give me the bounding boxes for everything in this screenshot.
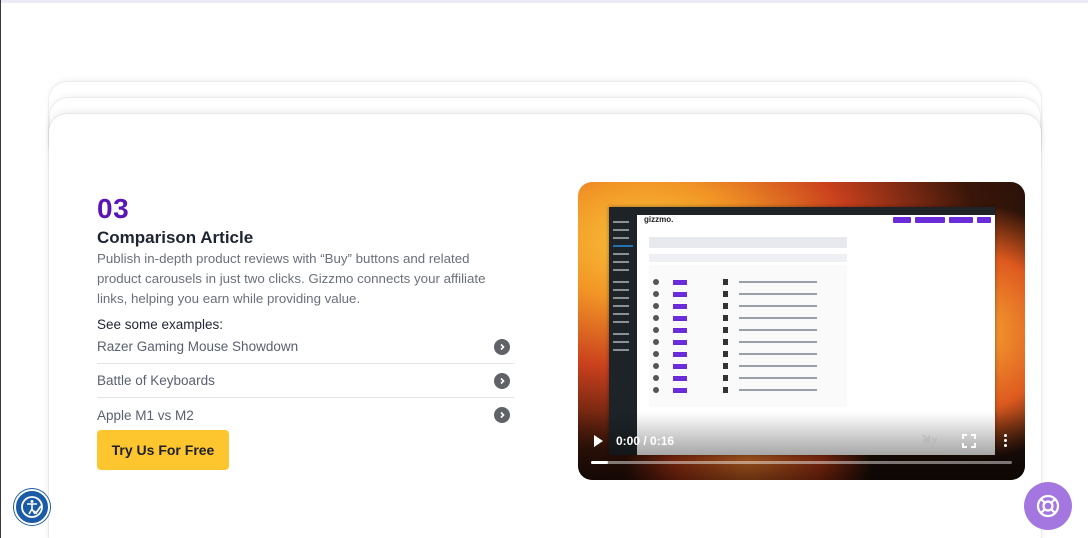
step-number: 03 <box>97 193 130 224</box>
example-label: Battle of Keyboards <box>97 373 215 388</box>
example-label: Apple M1 vs M2 <box>97 407 194 423</box>
example-label: Razer Gaming Mouse Showdown <box>97 339 299 354</box>
video-brand: gizzmo. <box>644 215 674 224</box>
video-time: 0:00 / 0:16 <box>616 434 675 448</box>
demo-video[interactable]: gizzmo. 0:00 / 0:16 <box>578 182 1025 480</box>
more-vertical-icon[interactable] <box>1004 434 1008 448</box>
accessibility-icon[interactable] <box>14 489 50 525</box>
examples-list: Razer Gaming Mouse Showdown Battle of Ke… <box>97 330 514 432</box>
screenshot-notice <box>649 254 847 262</box>
admin-bar <box>609 207 995 215</box>
fullscreen-icon[interactable] <box>962 434 976 448</box>
video-progress-fill <box>591 461 608 464</box>
feature-title: Comparison Article <box>97 228 254 247</box>
example-link-keyboards[interactable]: Battle of Keyboards <box>97 364 514 398</box>
volume-muted-icon[interactable] <box>922 434 938 448</box>
feature-description: Publish in-depth product reviews with “B… <box>97 251 486 306</box>
chevron-right-circle-icon <box>494 372 510 389</box>
chevron-right-circle-icon <box>494 338 510 355</box>
top-border <box>1 0 1088 3</box>
chevron-right-circle-icon <box>494 407 510 423</box>
chat-help-icon[interactable] <box>1024 482 1072 530</box>
example-link-razer[interactable]: Razer Gaming Mouse Showdown <box>97 330 514 364</box>
example-link-apple[interactable]: Apple M1 vs M2 <box>97 398 514 432</box>
video-progress-track[interactable] <box>591 461 1012 464</box>
try-free-button[interactable]: Try Us For Free <box>97 430 229 470</box>
screenshot-table <box>649 265 847 407</box>
play-icon[interactable] <box>594 435 603 447</box>
screenshot-tabs <box>649 237 847 248</box>
